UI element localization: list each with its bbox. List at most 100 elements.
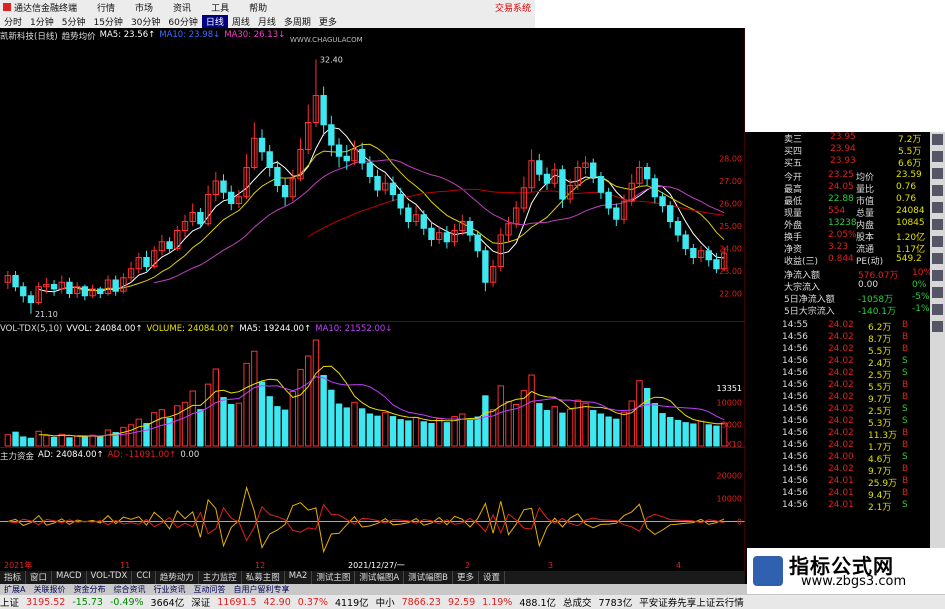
- candle[interactable]: [643, 167, 651, 180]
- indicator-tab[interactable]: VOL-TDX: [87, 571, 133, 584]
- indicator-tab[interactable]: 测试幅图B: [404, 571, 453, 584]
- candle[interactable]: [659, 196, 666, 207]
- candle[interactable]: [197, 212, 204, 225]
- period-tab[interactable]: 15分钟: [89, 15, 126, 28]
- tool-icon[interactable]: [932, 185, 943, 196]
- trade-button[interactable]: 交易系统: [495, 1, 535, 14]
- menu-quotes[interactable]: 行情: [97, 1, 115, 14]
- tool-icon[interactable]: [932, 236, 943, 247]
- candle[interactable]: [343, 155, 350, 162]
- candle[interactable]: [274, 167, 281, 186]
- indicator-tab[interactable]: 设置: [479, 571, 506, 584]
- candle[interactable]: [12, 275, 19, 288]
- period-tab[interactable]: 1分钟: [26, 15, 58, 28]
- candle[interactable]: [228, 191, 235, 204]
- info-tab[interactable]: 行业资讯: [149, 584, 189, 595]
- tool-icon[interactable]: [932, 168, 943, 179]
- candle[interactable]: [397, 194, 404, 209]
- candle[interactable]: [536, 160, 543, 175]
- info-tab[interactable]: 关联报价: [29, 584, 69, 595]
- tool-icon[interactable]: [932, 253, 943, 264]
- candle[interactable]: [559, 169, 566, 200]
- period-tab[interactable]: 分时: [0, 15, 26, 28]
- menu-market[interactable]: 市场: [135, 1, 153, 14]
- candle[interactable]: [27, 295, 35, 303]
- tool-icon[interactable]: [932, 287, 943, 298]
- info-tab[interactable]: 互动问答: [189, 584, 229, 595]
- candle[interactable]: [682, 234, 689, 249]
- indicator-tab[interactable]: CCI: [132, 571, 156, 584]
- indicator-tab[interactable]: MACD: [52, 571, 87, 584]
- kline-chart[interactable]: 32.40 21.10 WWW.CHAGULACOM 28.00 27.00 26.00 2…: [0, 28, 745, 571]
- candle[interactable]: [420, 214, 427, 229]
- candle[interactable]: [112, 279, 119, 292]
- menu-news[interactable]: 资讯: [173, 1, 191, 14]
- candle[interactable]: [651, 178, 659, 198]
- info-tab[interactable]: 自用户留利专享: [229, 584, 293, 595]
- period-tab[interactable]: 60分钟: [164, 15, 201, 28]
- candle[interactable]: [143, 257, 150, 267]
- candle[interactable]: [613, 207, 620, 220]
- candle[interactable]: [590, 162, 597, 177]
- candle[interactable]: [281, 185, 289, 198]
- candle[interactable]: [328, 124, 335, 146]
- candle[interactable]: [374, 176, 381, 191]
- candle[interactable]: [335, 144, 343, 157]
- info-tab[interactable]: 扩展A: [0, 584, 29, 595]
- candle[interactable]: [50, 284, 58, 290]
- candle[interactable]: [20, 286, 27, 297]
- tool-icon[interactable]: [932, 219, 943, 230]
- menu-help[interactable]: 帮助: [249, 1, 267, 14]
- candle[interactable]: [605, 191, 612, 209]
- chart-area[interactable]: 凯新科技(日线) 趋势均价 MA5: 23.56↑ MA10: 23.98↓ MA30:…: [0, 28, 745, 571]
- candle[interactable]: [482, 250, 489, 283]
- candle[interactable]: [97, 288, 104, 294]
- candle[interactable]: [705, 250, 712, 261]
- indicator-tab[interactable]: 私募主图: [242, 571, 285, 584]
- tool-icon[interactable]: [932, 202, 943, 213]
- period-tab[interactable]: 30分钟: [127, 15, 164, 28]
- candle[interactable]: [389, 182, 397, 195]
- indicator-tab[interactable]: 指标: [0, 571, 27, 584]
- info-tab[interactable]: 资金分布: [69, 584, 109, 595]
- indicator-tab[interactable]: 更多: [453, 571, 480, 584]
- candle[interactable]: [366, 162, 374, 177]
- info-tab[interactable]: 综合资讯: [109, 584, 149, 595]
- candle[interactable]: [266, 151, 273, 168]
- candle[interactable]: [358, 149, 366, 164]
- indicator-tab[interactable]: 测试幅图A: [355, 571, 405, 584]
- period-tab[interactable]: 5分钟: [58, 15, 90, 28]
- tool-icon[interactable]: [932, 321, 943, 332]
- candle[interactable]: [166, 241, 173, 249]
- indicator-tab[interactable]: 趋势动力: [156, 571, 199, 584]
- candle[interactable]: [474, 234, 481, 252]
- candle[interactable]: [428, 227, 435, 240]
- candle[interactable]: [466, 221, 474, 236]
- indicator-tab[interactable]: 主力监控: [199, 571, 242, 584]
- candle[interactable]: [320, 95, 327, 126]
- candle[interactable]: [443, 232, 451, 243]
- period-tab[interactable]: 更多: [315, 15, 341, 28]
- period-tab[interactable]: 月线: [254, 15, 280, 28]
- tool-icon[interactable]: [932, 151, 943, 162]
- candle[interactable]: [66, 281, 73, 294]
- candle[interactable]: [543, 173, 551, 184]
- candle[interactable]: [597, 176, 605, 193]
- period-tab[interactable]: 周线: [228, 15, 254, 28]
- candle[interactable]: [81, 286, 89, 297]
- tool-icon[interactable]: [932, 270, 943, 281]
- candle[interactable]: [667, 205, 674, 222]
- period-tab[interactable]: 日线: [201, 14, 228, 28]
- candle[interactable]: [405, 207, 412, 222]
- tool-icon[interactable]: [932, 304, 943, 315]
- menu-tools[interactable]: 工具: [211, 1, 229, 14]
- tool-icon[interactable]: [932, 134, 943, 145]
- candle[interactable]: [258, 137, 266, 153]
- candle[interactable]: [220, 180, 227, 193]
- indicator-tab[interactable]: 窗口: [26, 571, 53, 584]
- candle[interactable]: [674, 221, 682, 236]
- period-tab[interactable]: 多周期: [280, 15, 315, 28]
- candle[interactable]: [690, 248, 697, 258]
- indicator-tab[interactable]: 测试主图: [312, 571, 356, 584]
- indicator-tab[interactable]: MA2: [285, 571, 313, 584]
